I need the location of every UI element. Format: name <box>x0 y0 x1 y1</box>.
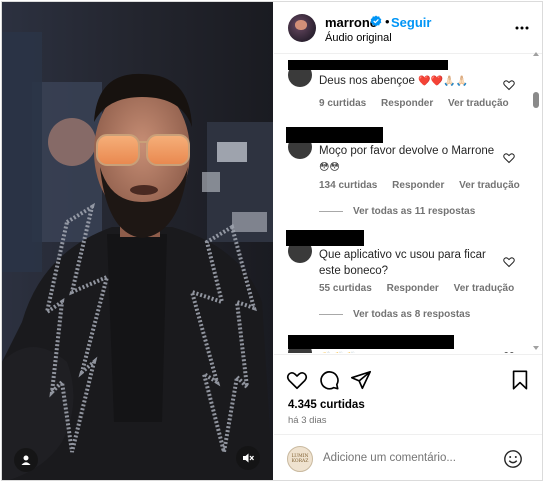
comments-list: Deus nos abençoe ❤️❤️🙏🏻🙏🏻 9 curtidas Res… <box>274 55 542 353</box>
comment-likes[interactable]: 9 curtidas <box>319 98 366 109</box>
heart-icon[interactable] <box>503 351 515 353</box>
header-separator: • <box>385 14 390 29</box>
video-player[interactable] <box>2 2 273 480</box>
comment-likes[interactable]: 134 curtidas <box>319 180 377 191</box>
post-details-panel: marrone • Seguir Áudio original Deus nos… <box>274 2 542 480</box>
heart-icon[interactable] <box>503 256 515 268</box>
comment-input[interactable] <box>323 452 503 464</box>
likes-count[interactable]: 4.345 curtidas <box>288 399 365 411</box>
comment-icon[interactable] <box>318 369 340 391</box>
post-timestamp[interactable]: há 3 dias <box>288 415 327 426</box>
translate-button[interactable]: Ver tradução <box>454 283 515 294</box>
redacted-username <box>288 335 454 349</box>
verified-badge-icon <box>370 15 382 27</box>
comment-emojis: 😳😳 <box>319 162 340 173</box>
reply-button[interactable]: Responder <box>381 98 433 109</box>
user-tag-icon <box>21 455 31 465</box>
comment-meta: 9 curtidas Responder Ver tradução <box>319 98 521 109</box>
redacted-username <box>288 60 448 70</box>
post-actions: 4.345 curtidas há 3 dias <box>274 354 542 434</box>
muted-speaker-icon <box>243 453 254 463</box>
heart-icon[interactable] <box>503 79 515 91</box>
video-frame <box>2 2 273 480</box>
replies-divider <box>319 314 343 315</box>
reply-button[interactable]: Responder <box>387 283 439 294</box>
replies-divider <box>319 211 343 212</box>
share-icon[interactable] <box>350 369 372 391</box>
heart-icon[interactable] <box>503 152 515 164</box>
comment-text: Que aplicativo vc usou para ficar este b… <box>319 249 486 277</box>
bookmark-icon[interactable] <box>509 369 531 391</box>
comment-text: 👏👏👏 <box>319 349 499 353</box>
scroll-down-arrow-icon[interactable] <box>533 346 539 350</box>
post-header: marrone • Seguir Áudio original <box>274 2 542 54</box>
scroll-up-arrow-icon[interactable] <box>533 52 539 56</box>
comments-scrollbar[interactable] <box>532 52 540 350</box>
view-replies-button[interactable]: Ver todas as 8 respostas <box>319 309 470 320</box>
mute-toggle-button[interactable] <box>236 446 260 470</box>
tagged-users-button[interactable] <box>14 448 38 472</box>
translate-button[interactable]: Ver tradução <box>459 180 520 191</box>
translate-button[interactable]: Ver tradução <box>448 98 509 109</box>
redacted-username <box>286 230 364 246</box>
audio-link[interactable]: Áudio original <box>325 32 392 44</box>
add-comment-bar: LUMIN KORAZ <box>274 434 542 480</box>
author-avatar[interactable] <box>288 14 316 42</box>
comment-text: Moço por favor devolve o Marrone 😳😳 <box>319 145 495 173</box>
more-options-icon[interactable] <box>514 20 530 36</box>
comment-emojis: ❤️❤️🙏🏻🙏🏻 <box>418 76 468 87</box>
view-replies-button[interactable]: Ver todas as 11 respostas <box>319 206 475 217</box>
comment-meta: 134 curtidas Responder Ver tradução <box>319 180 532 191</box>
reply-button[interactable]: Responder <box>392 180 444 191</box>
emoji-icon[interactable] <box>503 449 523 469</box>
comment-meta: 55 curtidas Responder Ver tradução <box>319 283 526 294</box>
post-dialog: marrone • Seguir Áudio original Deus nos… <box>1 1 543 481</box>
current-user-avatar: LUMIN KORAZ <box>287 446 313 472</box>
comment-likes[interactable]: 55 curtidas <box>319 283 372 294</box>
heart-icon[interactable] <box>286 369 308 391</box>
scroll-thumb[interactable] <box>533 92 539 108</box>
follow-button[interactable]: Seguir <box>391 15 431 30</box>
comment-text: Deus nos abençoe ❤️❤️🙏🏻🙏🏻 <box>319 75 468 87</box>
redacted-username <box>286 127 383 143</box>
comment-emojis: 👏👏👏 <box>319 352 356 353</box>
